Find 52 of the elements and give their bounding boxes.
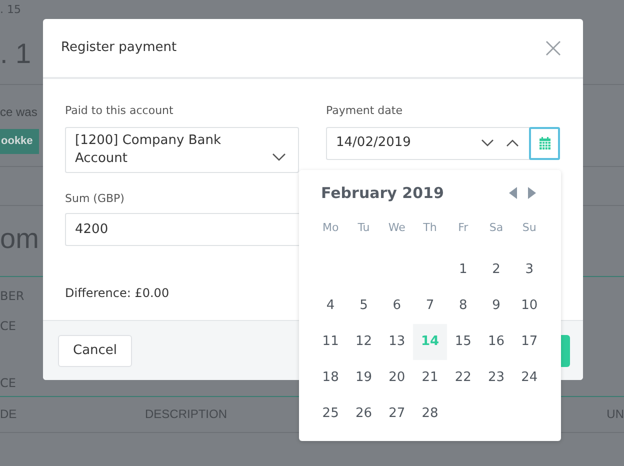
calendar-day[interactable]: 7: [413, 288, 447, 324]
calendar-day[interactable]: 2: [480, 252, 513, 288]
calendar-day[interactable]: 15: [446, 324, 480, 360]
calendar-day[interactable]: 24: [512, 360, 546, 396]
calendar-day[interactable]: 10: [512, 288, 546, 324]
weekday-label: Su: [521, 220, 538, 236]
weekday-label: Sa: [488, 220, 504, 236]
calendar-day[interactable]: 3: [512, 252, 546, 288]
calendar-day[interactable]: 22: [446, 360, 480, 396]
calendar-day[interactable]: 20: [380, 360, 414, 396]
dialog-title: Register payment: [61, 39, 177, 58]
calendar-day[interactable]: 25: [314, 396, 348, 432]
calendar-day[interactable]: 1: [446, 252, 480, 288]
calendar-day[interactable]: 18: [314, 360, 348, 396]
field-label: Payment date: [326, 103, 404, 119]
bookkeeping-badge: ookke: [0, 129, 39, 154]
calendar-day[interactable]: 17: [512, 324, 546, 360]
weekday-label: Mo: [321, 220, 340, 236]
next-month-icon[interactable]: [528, 187, 536, 200]
field-label: Sum (GBP): [65, 190, 126, 206]
calendar-day[interactable]: 13: [380, 324, 414, 360]
weekday-label: Tu: [356, 220, 371, 236]
weekday-label: Fr: [457, 220, 470, 236]
calendar-day[interactable]: 6: [380, 288, 414, 324]
field-label: Paid to this account: [65, 103, 174, 119]
date-field[interactable]: 14/02/2019: [326, 126, 560, 160]
calendar-day[interactable]: 19: [347, 360, 380, 396]
account-select[interactable]: [1200] Company Bank Account: [65, 126, 299, 172]
notice-text: ce was: [0, 104, 38, 121]
chevron-up-icon[interactable]: [506, 139, 519, 147]
chevron-down-icon[interactable]: [481, 139, 494, 147]
calendar-day[interactable]: 5: [347, 288, 380, 324]
calendar-day[interactable]: 28: [413, 396, 447, 432]
cancel-button[interactable]: Cancel: [58, 334, 132, 366]
calendar-day[interactable]: 11: [314, 324, 348, 360]
weekday-label: We: [387, 220, 406, 236]
difference-text: Difference: £0.00: [65, 285, 170, 302]
calendar-icon: [538, 136, 550, 150]
chevron-down-icon: [272, 152, 286, 160]
calendar-day[interactable]: 26: [347, 396, 380, 432]
calendar-day[interactable]: 27: [380, 396, 414, 432]
calendar-day[interactable]: 16: [480, 324, 513, 360]
calendar-day[interactable]: 21: [413, 360, 447, 396]
calendar-day[interactable]: 23: [480, 360, 513, 396]
weekday-label: Th: [422, 220, 438, 236]
calendar-day[interactable]: 9: [480, 288, 513, 324]
previous-month-icon[interactable]: [509, 187, 517, 200]
calendar-month: February 2019: [321, 183, 444, 204]
calendar-day[interactable]: 8: [446, 288, 480, 324]
calendar-button[interactable]: [529, 126, 560, 160]
calendar-day[interactable]: 12: [347, 324, 380, 360]
calendar-day[interactable]: 4: [314, 288, 348, 324]
